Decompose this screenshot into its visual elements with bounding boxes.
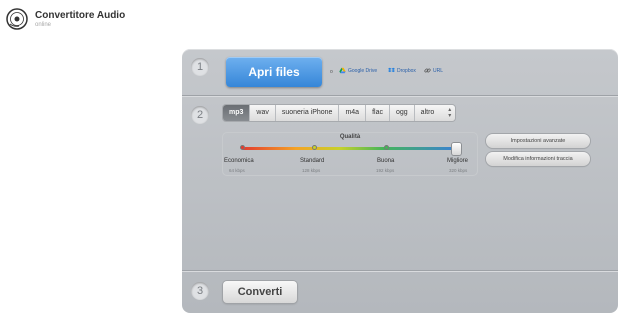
- step-number-3: 3: [191, 282, 209, 300]
- step-number-2: 2: [191, 106, 209, 124]
- google-drive-icon: [339, 67, 346, 74]
- quality-bitrate: 192 kbps: [376, 168, 395, 173]
- quality-stop-standard[interactable]: [312, 145, 317, 150]
- url-link[interactable]: URL: [424, 67, 443, 74]
- quality-stop-buona[interactable]: [384, 145, 389, 150]
- quality-level-label: Migliore: [447, 158, 469, 164]
- convert-button[interactable]: Converti: [223, 281, 297, 303]
- quality-bitrate: 128 kbps: [302, 168, 321, 173]
- app-subtitle: online: [35, 22, 52, 28]
- quality-slider-box: Qualità Economica Standard Buona Miglior…: [222, 132, 478, 176]
- converter-panel: 1 Apri files o Google Drive Dropbox URL …: [182, 49, 618, 313]
- dropbox-link[interactable]: Dropbox: [388, 67, 416, 74]
- open-files-button[interactable]: Apri files: [226, 57, 322, 87]
- edit-track-info-button[interactable]: Modifica informazioni traccia: [486, 152, 590, 166]
- quality-level-label: Standard: [300, 158, 325, 164]
- up-down-arrows-icon: ▴ ▾: [448, 107, 452, 119]
- format-more-label: altro: [420, 109, 435, 116]
- quality-slider-track[interactable]: [242, 147, 459, 150]
- url-label: URL: [433, 67, 444, 74]
- format-tab-wav[interactable]: wav: [250, 105, 276, 121]
- format-tab-flac[interactable]: flac: [366, 105, 390, 121]
- quality-bitrate: 320 kbps: [449, 168, 468, 173]
- quality-bitrate: 64 kbps: [229, 168, 245, 173]
- google-drive-label: Google Drive: [348, 67, 378, 74]
- dropbox-label: Dropbox: [397, 67, 416, 74]
- google-drive-link[interactable]: Google Drive: [339, 67, 377, 74]
- format-tab-ogg[interactable]: ogg: [390, 105, 415, 121]
- vinyl-record-logo-icon: [6, 8, 28, 30]
- advanced-settings-button[interactable]: Impostazioni avanzate: [486, 134, 590, 148]
- quality-level-label: Buona: [377, 158, 395, 164]
- quality-title: Qualità: [339, 134, 361, 140]
- quality-stop-economica[interactable]: [240, 145, 245, 150]
- format-more-dropdown[interactable]: altro ▴ ▾: [415, 105, 456, 121]
- section-divider: [182, 271, 618, 272]
- quality-level-label: Economica: [224, 158, 254, 164]
- format-tab-m4a[interactable]: m4a: [339, 105, 367, 121]
- link-icon: [424, 68, 431, 73]
- format-tab-iphone-ringtone[interactable]: suoneria iPhone: [276, 105, 340, 121]
- dropbox-icon: [388, 67, 395, 73]
- quality-slider-handle[interactable]: [452, 143, 461, 155]
- format-tab-mp3[interactable]: mp3: [223, 105, 251, 121]
- format-selector: mp3 wav suoneria iPhone m4a flac ogg alt…: [223, 105, 456, 121]
- section-divider: [182, 96, 618, 97]
- app-title: Convertitore Audio: [35, 10, 126, 21]
- or-text: o: [330, 69, 333, 75]
- step-number-1: 1: [191, 58, 209, 76]
